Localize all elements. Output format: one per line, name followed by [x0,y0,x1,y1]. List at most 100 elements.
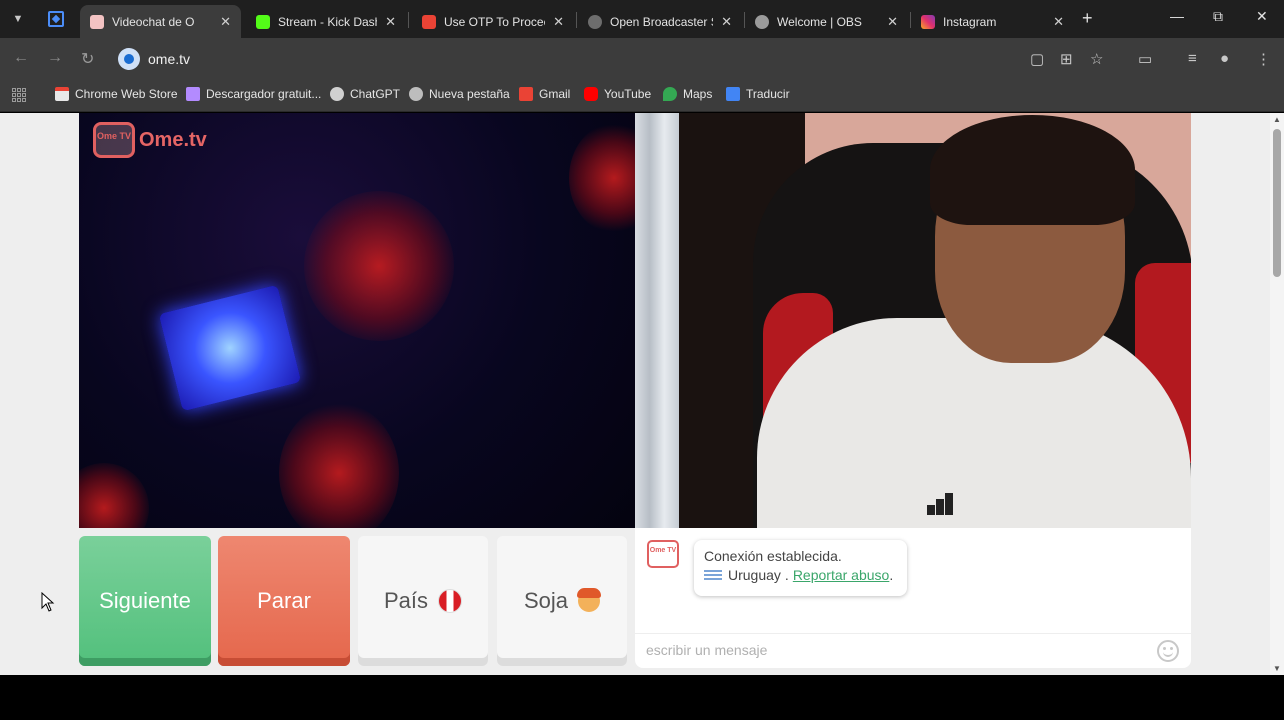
scroll-thumb[interactable] [1273,129,1281,277]
shirt-logo-icon [923,493,957,519]
restore-icon[interactable]: ⧉ [1213,8,1223,25]
video-glow [79,463,149,528]
new-tab-button[interactable]: + [1082,8,1093,29]
pinned-tab[interactable] [44,7,70,31]
address-bar[interactable]: ome.tv [110,44,1110,74]
close-tab-icon[interactable]: ✕ [1053,14,1064,30]
bookmark-label: Descargador gratuit... [206,87,322,101]
bookmark-chatgpt[interactable]: ChatGPT [330,87,400,101]
emoji-picker-icon[interactable] [1157,640,1179,662]
scroll-down-icon[interactable]: ▼ [1272,664,1282,673]
profile-avatar-icon[interactable]: ● [1220,50,1229,67]
extensions-icon[interactable]: ▭ [1138,50,1152,68]
tab-title: Stream - Kick Dashb [278,14,378,29]
close-tab-icon[interactable]: ✕ [721,14,732,30]
stop-button[interactable]: Parar [218,536,350,666]
globe-favicon-icon [755,14,769,29]
site-info-icon[interactable] [118,48,140,70]
system-message-bubble: Conexión establecida. Uruguay . Reportar… [694,540,907,596]
boy-emoji-icon [577,588,602,612]
gmail-icon [519,87,533,101]
tab-otp[interactable]: Use OTP To Proceed ✕ [412,5,574,38]
next-button-label: Siguiente [99,588,191,613]
bookmarks-bar: Chrome Web Store Descargador gratuit... … [0,80,1284,112]
bookmark-label: Traducir [746,87,790,101]
chatgpt-icon [330,87,344,101]
gender-button[interactable]: Soja [497,536,627,666]
connection-status: Conexión establecida. [704,548,842,564]
minimize-icon[interactable]: — [1170,8,1184,24]
ometv-logo[interactable]: Ome TV Ome.tv [93,122,207,158]
menu-more-icon[interactable]: ⋮ [1256,50,1271,68]
instagram-favicon-icon [921,14,935,29]
bookmark-traducir[interactable]: Traducir [726,87,790,101]
url-text: ome.tv [148,51,191,67]
tab-instagram[interactable]: Instagram ✕ [911,5,1074,38]
video-curtain [635,113,679,528]
bookmark-chrome-web-store[interactable]: Chrome Web Store [55,87,178,101]
close-tab-icon[interactable]: ✕ [887,14,898,30]
bookmark-label: Gmail [539,87,571,101]
chrome-web-store-icon [55,87,69,101]
video-glow [569,123,635,233]
close-tab-icon[interactable]: ✕ [220,14,231,30]
uruguay-flag-icon [704,568,722,582]
bookmark-gmail[interactable]: Gmail [519,87,570,101]
maps-icon [663,87,677,101]
close-tab-icon[interactable]: ✕ [385,14,396,30]
tab-title: Use OTP To Proceed [444,14,545,29]
country-button[interactable]: País [358,536,488,666]
bookmark-label: ChatGPT [350,87,401,101]
bookmark-label: Maps [683,87,713,101]
bookmark-descargador[interactable]: Descargador gratuit... [186,87,321,101]
chat-message-input[interactable] [636,634,1156,666]
forward-icon[interactable]: → [47,49,63,67]
obs-favicon-icon [588,14,602,29]
tab-title: Instagram [943,14,997,29]
apps-grid-icon[interactable] [12,88,26,102]
youtube-icon [584,87,598,101]
tab-search-chevron-icon[interactable]: ▼ [8,9,28,29]
video-hair [930,115,1135,225]
browser-toolbar: ← → ↻ ome.tv ▢ ⊞ ☆ ▭ ≡ ● ⋮ [0,38,1284,80]
ometv-favicon-icon [90,14,104,29]
chat-ometv-logo-icon: Ome TV [647,540,679,568]
translate-page-icon[interactable]: ▢ [1030,50,1044,68]
tab-separator [408,12,409,28]
trailing-period: . [889,567,894,583]
stranger-video [79,113,635,528]
back-icon[interactable]: ← [13,49,29,67]
reload-icon[interactable]: ↻ [81,49,94,69]
install-app-icon[interactable]: ⊞ [1060,50,1073,68]
self-video [635,113,1191,528]
gmail-favicon-icon [422,14,436,29]
partner-country-line: Uruguay . Reportar abuso . [704,565,897,585]
close-window-icon[interactable]: ✕ [1256,8,1268,25]
bookmark-label: Chrome Web Store [75,87,178,101]
close-tab-icon[interactable]: ✕ [553,14,564,30]
video-glow [304,191,454,341]
tab-videochat[interactable]: Videochat de O ✕ [80,5,241,38]
translate-icon [726,87,740,101]
tab-kick[interactable]: Stream - Kick Dashb ✕ [246,5,406,38]
bookmark-maps[interactable]: Maps [663,87,712,101]
tab-title: Welcome | OBS [777,14,862,29]
report-abuse-link[interactable]: Reportar abuso [793,565,890,585]
next-button[interactable]: Siguiente [79,536,211,666]
partner-country: Uruguay [728,567,781,583]
bookmark-youtube[interactable]: YouTube [584,87,651,101]
tab-welcome-obs[interactable]: Welcome | OBS ✕ [745,5,908,38]
video-glow [279,403,399,528]
media-controls-icon[interactable]: ≡ [1188,50,1197,67]
bookmark-label: YouTube [604,87,652,101]
scroll-up-icon[interactable]: ▲ [1272,115,1282,124]
bookmark-star-icon[interactable]: ☆ [1090,50,1103,68]
bookmark-nueva-pestana[interactable]: Nueva pestaña [409,87,510,101]
tab-strip: ▼ Videochat de O ✕ Stream - Kick Dashb ✕… [0,0,1284,38]
page-scrollbar[interactable]: ▲ ▼ [1270,113,1284,675]
tab-obs[interactable]: Open Broadcaster S ✕ [578,5,742,38]
gender-button-label: Soja [523,588,569,613]
globe-icon [409,87,423,101]
pinned-tab-icon [48,11,64,27]
bookmark-label: Nueva pestaña [429,87,510,101]
